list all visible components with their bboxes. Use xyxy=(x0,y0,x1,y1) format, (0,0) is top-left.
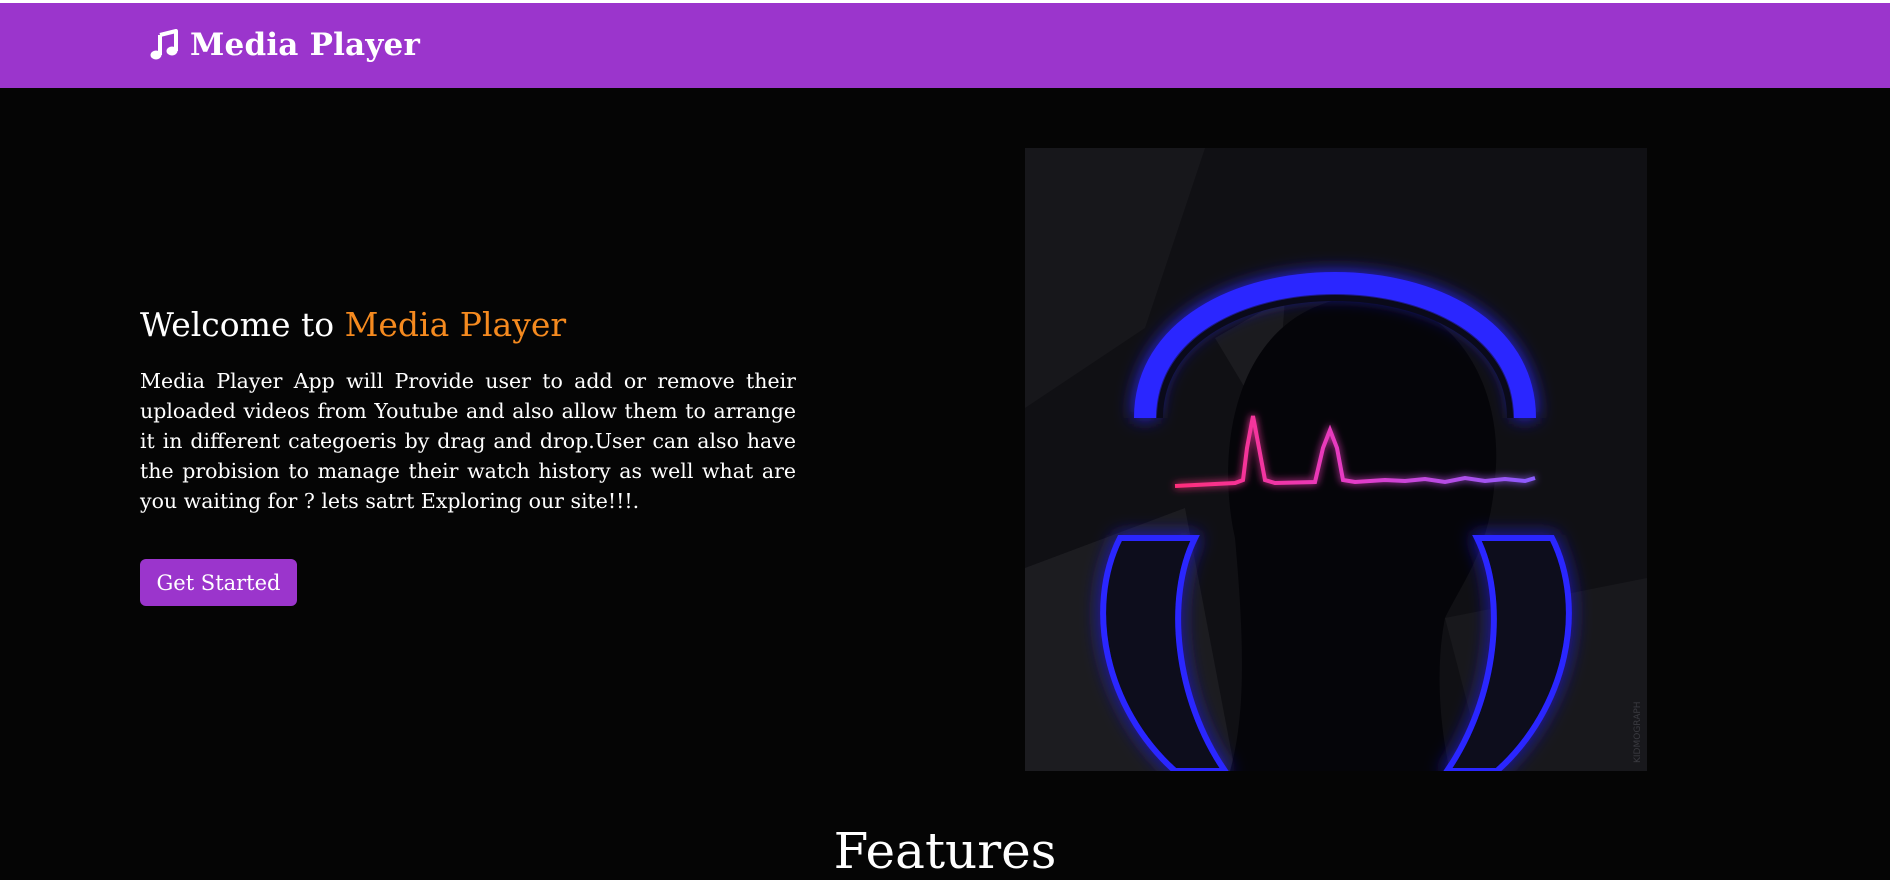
hero-description: Media Player App will Provide user to ad… xyxy=(140,369,796,513)
welcome-highlight: Media Player xyxy=(344,305,567,344)
hero-image: KIDMOGRAPH xyxy=(1025,148,1647,771)
watermark: KIDMOGRAPH xyxy=(1633,701,1643,763)
features-heading: Features xyxy=(833,822,1057,880)
welcome-prefix: Welcome to xyxy=(140,305,335,344)
brand-link[interactable]: Media Player xyxy=(148,25,420,65)
welcome-heading: Welcome to Media Player xyxy=(140,305,796,344)
music-note-icon xyxy=(148,29,180,61)
brand-title: Media Player xyxy=(190,27,421,63)
hero-section: Welcome to Media Player Media Player App… xyxy=(140,305,796,516)
get-started-button[interactable]: Get Started xyxy=(140,559,297,606)
navbar: Media Player xyxy=(0,3,1890,88)
